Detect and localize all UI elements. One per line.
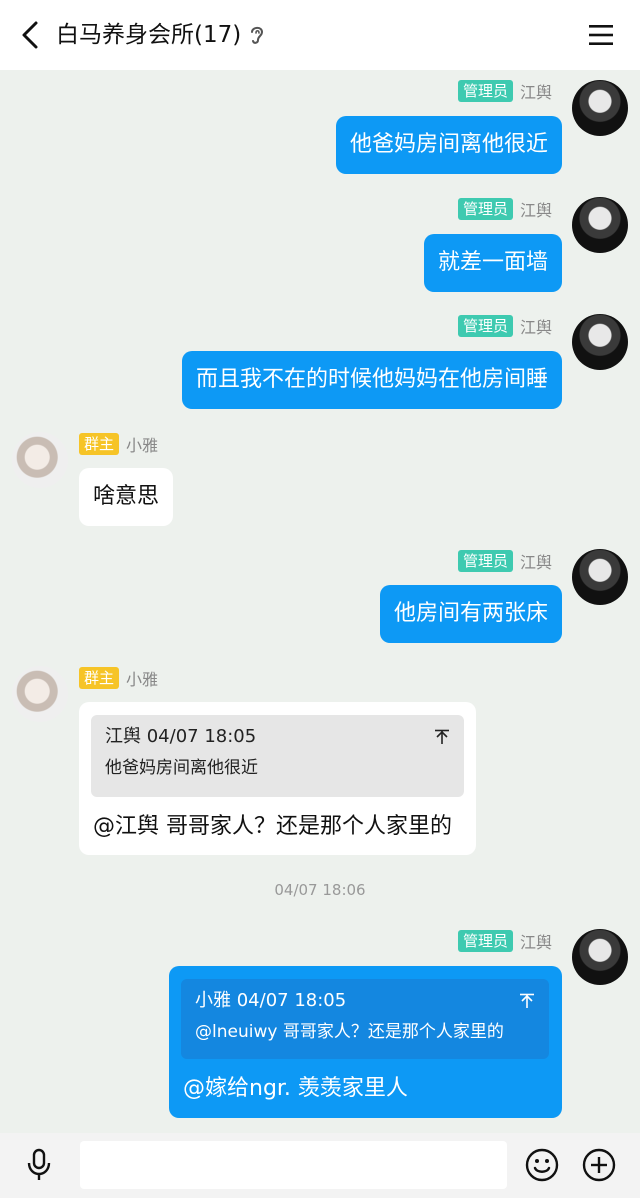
message-meta: 管理员 江舆	[458, 80, 552, 102]
input-bar	[0, 1133, 640, 1198]
quoted-message[interactable]: 小雅 04/07 18:05 @lneuiwy 哥哥家人？还是那个人家里的	[181, 979, 549, 1059]
quoted-message[interactable]: 江舆 04/07 18:05 他爸妈房间离他很近	[91, 715, 464, 797]
emoji-icon	[525, 1148, 559, 1182]
quote-text: @lneuiwy 哥哥家人？还是那个人家里的	[195, 1022, 504, 1042]
quote-author-time: 江舆 04/07 18:05	[105, 726, 257, 747]
microphone-icon	[27, 1148, 51, 1180]
time-separator: 04/07 18:06	[274, 881, 366, 899]
jump-to-original-icon	[520, 993, 534, 1008]
sender-name: 江舆	[520, 83, 553, 102]
message-meta: 管理员 江舆	[458, 198, 552, 220]
message-meta: 管理员 江舆	[458, 930, 552, 952]
message-bubble[interactable]: 江舆 04/07 18:05 他爸妈房间离他很近 @江舆 哥哥家人？还是那个人家…	[79, 702, 476, 855]
message-meta: 管理员 江舆	[458, 315, 552, 337]
voice-button[interactable]	[22, 1147, 56, 1183]
avatar[interactable]	[572, 314, 628, 370]
sender-name: 小雅	[126, 436, 159, 455]
reply-text: @嫁给ngr. 羡羡家里人	[183, 1076, 408, 1101]
emoji-button[interactable]	[524, 1147, 560, 1183]
admin-badge: 管理员	[458, 315, 514, 337]
chat-title[interactable]: 白马养身会所(17)	[56, 18, 265, 52]
hamburger-menu-icon	[589, 25, 613, 45]
ear-icon	[249, 24, 265, 46]
sender-name: 江舆	[520, 201, 553, 220]
avatar[interactable]	[12, 666, 68, 722]
avatar[interactable]	[572, 929, 628, 985]
more-button[interactable]	[581, 1147, 617, 1183]
admin-badge: 管理员	[458, 80, 514, 102]
message-meta: 群主 小雅	[79, 433, 158, 455]
quote-text: 他爸妈房间离他很近	[105, 758, 258, 778]
message-bubble[interactable]: 他房间有两张床	[379, 585, 562, 643]
admin-badge: 管理员	[458, 198, 514, 220]
avatar[interactable]	[572, 197, 628, 253]
group-name: 白马养身会所(17)	[56, 22, 242, 48]
message-bubble[interactable]: 就差一面墙	[423, 234, 562, 292]
chevron-left-icon	[22, 21, 38, 49]
message-input[interactable]	[80, 1141, 507, 1189]
sender-name: 江舆	[520, 318, 553, 337]
back-button[interactable]	[12, 17, 48, 53]
chat-header: 白马养身会所(17)	[0, 0, 640, 70]
avatar[interactable]	[572, 549, 628, 605]
message-bubble[interactable]: 而且我不在的时候他妈妈在他房间睡	[181, 351, 562, 409]
sender-name: 江舆	[520, 553, 553, 572]
message-bubble[interactable]: 他爸妈房间离他很近	[335, 116, 562, 174]
owner-badge: 群主	[79, 433, 120, 455]
plus-circle-icon	[582, 1148, 616, 1182]
reply-text: @江舆 哥哥家人？还是那个人家里的	[93, 814, 452, 839]
avatar[interactable]	[572, 80, 628, 136]
admin-badge: 管理员	[458, 550, 514, 572]
admin-badge: 管理员	[458, 930, 514, 952]
owner-badge: 群主	[79, 667, 120, 689]
message-meta: 群主 小雅	[79, 667, 158, 689]
sender-name: 小雅	[126, 670, 159, 689]
quote-author-time: 小雅 04/07 18:05	[195, 990, 347, 1011]
sender-name: 江舆	[520, 933, 553, 952]
message-meta: 管理员 江舆	[458, 550, 552, 572]
message-bubble[interactable]: 小雅 04/07 18:05 @lneuiwy 哥哥家人？还是那个人家里的 @嫁…	[169, 966, 562, 1118]
jump-to-original-icon	[435, 729, 449, 744]
avatar[interactable]	[12, 432, 68, 488]
menu-button[interactable]	[584, 18, 618, 52]
message-bubble[interactable]: 啥意思	[79, 468, 174, 526]
